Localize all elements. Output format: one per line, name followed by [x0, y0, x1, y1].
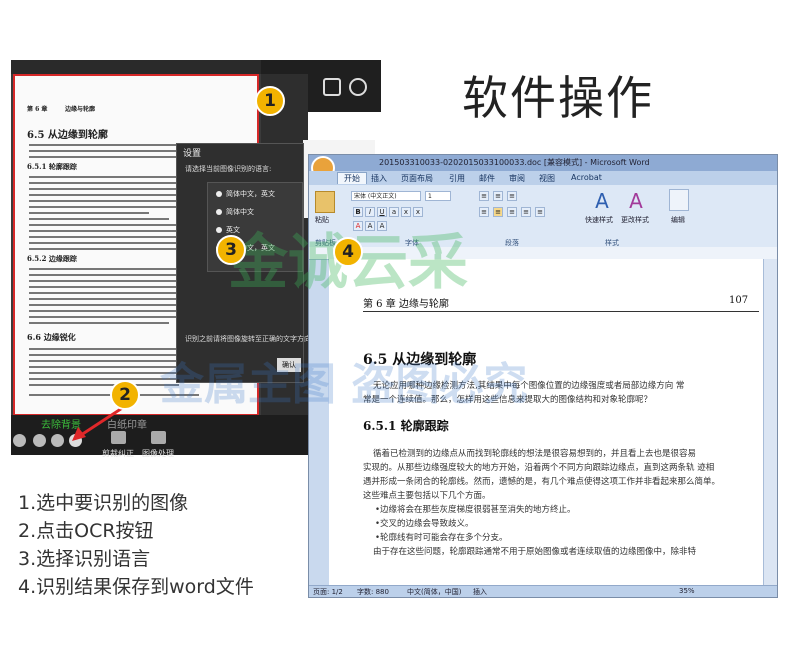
step-1: 1.选中要识别的图像	[18, 492, 189, 514]
doc-sub2: 6.5.2 边缘跟踪	[27, 254, 77, 263]
status-page: 页面: 1/2	[313, 588, 343, 596]
doc-chapter-title: 边缘与轮廓	[65, 106, 96, 113]
export-icon[interactable]	[323, 78, 341, 96]
step-badge-4: 4	[333, 237, 363, 267]
change-styles-icon[interactable]: A	[625, 189, 647, 213]
body-line-5: •边缘将会在那些灰度梯度很弱甚至消失的地方终止。	[375, 505, 576, 515]
tab-references[interactable]: 引用	[449, 173, 465, 184]
step-2: 2.点击OCR按钮	[18, 520, 154, 542]
image-process-icon[interactable]	[151, 431, 166, 444]
align-right-icon[interactable]: ≡	[507, 207, 517, 217]
word-window-title: 201503310033-0202015033100033.doc [兼容模式]…	[379, 158, 650, 167]
distribute-icon[interactable]: ≡	[535, 207, 545, 217]
numbering-icon[interactable]: ≡	[493, 191, 503, 201]
paste-icon[interactable]	[315, 191, 335, 213]
status-insert: 插入	[473, 588, 487, 596]
radio-icon	[216, 191, 222, 197]
doc-sub1: 6.5.1 轮廓跟踪	[27, 162, 77, 171]
step-badge-1: 1	[255, 86, 285, 116]
body-line-3: 遇并形成一条闭合的轮廓线。然而，遗憾的是，有几个难点使得这项工作并非看起来那么简…	[363, 477, 721, 487]
document-page[interactable]: 第 6 章 边缘与轮廓 107 6.5 从边缘到轮廓 无论应用哪种边缘检测方法,…	[329, 259, 763, 585]
subsection-title: 6.5.1 轮廓跟踪	[363, 419, 449, 433]
rotate-hint: 识别之前请将图像旋转至正确的文字方向	[185, 335, 311, 343]
font-size-select[interactable]: 1	[425, 191, 451, 201]
word-titlebar: 201503310033-0202015033100033.doc [兼容模式]…	[309, 155, 777, 171]
doc-section-title: 6.5 从边缘到轮廓	[27, 130, 108, 141]
tab-review[interactable]: 审阅	[509, 173, 525, 184]
step-badge-3: 3	[216, 235, 246, 265]
step-3: 3.选择识别语言	[18, 548, 151, 570]
status-words: 字数: 880	[357, 588, 389, 596]
body-line-7: •轮廓线有时可能会存在多个分支。	[375, 533, 508, 543]
doc-chapter-label: 第 6 章	[27, 106, 48, 113]
dialog-prompt: 请选择当前图像识别的语言:	[185, 165, 272, 173]
quick-styles-icon[interactable]: A	[591, 189, 613, 213]
quick-styles-label: 快速样式	[585, 216, 613, 224]
find-icon[interactable]	[669, 189, 689, 211]
doc-sub3: 6.6 边缘锐化	[27, 332, 76, 342]
settings-icon[interactable]	[349, 78, 367, 96]
edit-label: 编辑	[671, 216, 685, 224]
body-line-2: 实现的。从那些边缘强度较大的地方开始，沿着两个不同方向跟踪边缘点，直到这两条轨 …	[363, 463, 715, 473]
prev-icon[interactable]	[13, 434, 26, 447]
scan-icon[interactable]	[51, 434, 64, 447]
bullets-icon[interactable]: ≡	[479, 191, 489, 201]
zoom-level[interactable]: 35%	[679, 587, 695, 595]
rotate-icon[interactable]	[33, 434, 46, 447]
step-4: 4.识别结果保存到word文件	[18, 576, 254, 598]
multilevel-icon[interactable]: ≡	[507, 191, 517, 201]
tab-acrobat[interactable]: Acrobat	[571, 173, 602, 182]
page-title: 软件操作	[462, 71, 654, 125]
dialog-title: 设置	[183, 149, 202, 159]
tab-layout[interactable]: 页面布局	[401, 173, 433, 184]
radio-icon	[216, 227, 222, 233]
crop-correct-label: 剪裁纠正	[102, 449, 134, 458]
justify-icon[interactable]: ≡	[521, 207, 531, 217]
watermark-notice: 金属主图 盗图必究	[160, 359, 528, 410]
radio-icon	[216, 209, 222, 215]
body-line-6: •交叉的边缘会导致歧义。	[375, 519, 474, 529]
tab-view[interactable]: 视图	[539, 173, 555, 184]
change-styles-label: 更改样式	[621, 216, 649, 224]
status-language: 中文(简体，中国)	[407, 588, 462, 596]
align-center-icon[interactable]: ≡	[493, 207, 503, 217]
ribbon-tabs: 开始 插入 页面布局 引用 邮件 审阅 视图 Acrobat	[309, 171, 777, 185]
lang-option-1[interactable]: 简体中文，英文	[216, 189, 275, 199]
font-name-select[interactable]: 宋体 (中文正文)	[351, 191, 421, 201]
step-badge-2: 2	[110, 380, 140, 410]
body-line-8: 由于存在这些问题，轮廓跟踪通常不用于原始图像或者连续取值的边缘图像中，除非特	[373, 547, 697, 557]
image-process-label: 图像处理	[142, 449, 174, 458]
vertical-scrollbar[interactable]	[763, 259, 777, 585]
body-line-1: 循着已检测到的边缘点从而找到轮廓线的想法是很容易想到的，并且看上去也是很容易	[373, 449, 697, 459]
tab-home[interactable]: 开始	[337, 172, 367, 184]
tab-insert[interactable]: 插入	[371, 173, 387, 184]
tab-mail[interactable]: 邮件	[479, 173, 495, 184]
align-left-icon[interactable]: ≡	[479, 207, 489, 217]
page-number: 107	[729, 295, 749, 306]
body-line-4: 这些难点主要包括以下几个方面。	[363, 491, 491, 501]
status-bar: 页面: 1/2 字数: 880 中文(简体，中国) 插入 35%	[309, 585, 777, 597]
